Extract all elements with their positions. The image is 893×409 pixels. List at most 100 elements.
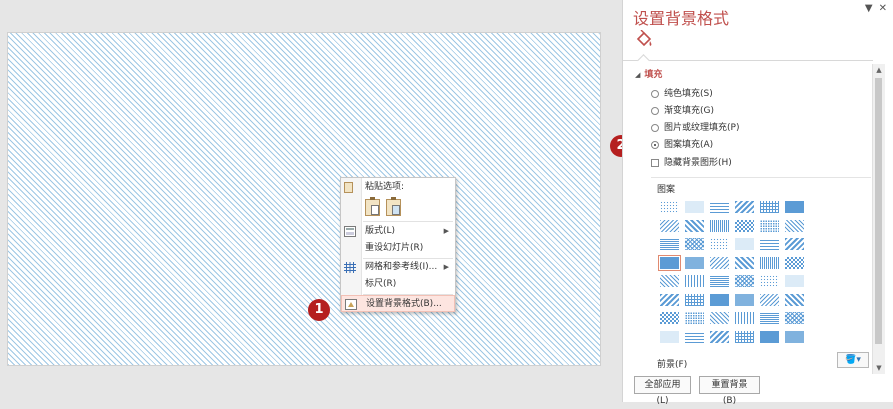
pattern-swatch[interactable] <box>759 292 780 307</box>
pattern-swatch[interactable] <box>659 329 680 344</box>
apply-to-all-button[interactable]: 全部应用(L) <box>634 376 691 406</box>
step-badge-1: 1 <box>308 299 330 321</box>
pattern-swatch[interactable] <box>759 237 780 251</box>
pattern-swatch[interactable] <box>709 274 730 288</box>
pattern-swatch[interactable] <box>759 274 780 288</box>
pattern-swatch[interactable] <box>684 292 705 307</box>
menu-item-layout[interactable]: 版式(L) ▶ <box>341 223 455 240</box>
pattern-swatch[interactable] <box>684 274 705 288</box>
paint-bucket-icon[interactable] <box>634 29 656 52</box>
tab-divider <box>623 60 873 61</box>
section-fill-label: 填充 <box>644 70 663 80</box>
menu-item-label: 版式(L) <box>365 226 396 236</box>
pattern-swatch[interactable] <box>734 200 755 214</box>
status-area <box>0 371 622 402</box>
pattern-swatch[interactable] <box>784 218 805 233</box>
pattern-swatch[interactable] <box>659 311 680 325</box>
menu-item-label: 重设幻灯片(R) <box>365 243 424 253</box>
pattern-swatch[interactable] <box>759 255 780 270</box>
pattern-swatch[interactable] <box>759 218 780 233</box>
menu-item-ruler[interactable]: 标尺(R) <box>341 276 455 293</box>
pattern-swatch[interactable] <box>734 292 755 307</box>
pattern-swatch[interactable] <box>734 311 755 325</box>
foreground-label: 前景(F) <box>657 360 688 370</box>
dropdown-icon[interactable]: ▼ <box>865 3 873 14</box>
pattern-swatch[interactable] <box>759 311 780 325</box>
submenu-arrow-icon: ▶ <box>443 227 449 235</box>
pattern-swatch[interactable] <box>684 200 705 214</box>
submenu-arrow-icon: ▶ <box>443 263 449 271</box>
pattern-swatch[interactable] <box>684 255 705 270</box>
pattern-swatch[interactable] <box>684 237 705 251</box>
menu-item-grid-guides[interactable]: 网格和参考线(I)... ▶ <box>341 259 455 276</box>
menu-item-label: 标尺(R) <box>365 279 397 289</box>
pattern-swatch[interactable] <box>658 254 681 271</box>
radio-button[interactable] <box>651 90 659 98</box>
close-icon[interactable]: ✕ <box>879 3 887 14</box>
pattern-swatch[interactable] <box>734 329 755 344</box>
collapse-triangle-icon: ◢ <box>635 71 641 79</box>
pattern-swatch[interactable] <box>659 237 680 251</box>
menu-item-format-background[interactable]: 设置背景格式(B)... <box>341 295 455 312</box>
pattern-label: 图案 <box>657 185 676 195</box>
pattern-swatch[interactable] <box>784 329 805 344</box>
pattern-swatch[interactable] <box>684 311 705 325</box>
pattern-swatch[interactable] <box>784 255 805 270</box>
menu-item-label: 设置背景格式(B)... <box>366 299 442 309</box>
pane-title: 设置背景格式 <box>633 9 730 28</box>
pattern-swatch[interactable] <box>784 292 805 307</box>
paste-options-label: 粘贴选项: <box>365 182 405 192</box>
pattern-swatch[interactable] <box>734 218 755 233</box>
pattern-swatch[interactable] <box>784 237 805 251</box>
scroll-thumb[interactable] <box>875 78 882 344</box>
section-fill-header[interactable]: ◢ 填充 <box>635 67 662 80</box>
radio-button-selected[interactable] <box>651 141 659 149</box>
pattern-swatch[interactable] <box>734 237 755 251</box>
pattern-swatch[interactable] <box>759 200 780 214</box>
pane-scrollbar[interactable]: ▲ ▼ <box>872 64 885 374</box>
scroll-down-icon[interactable]: ▼ <box>873 362 885 374</box>
pattern-swatch[interactable] <box>784 311 805 325</box>
pattern-swatch[interactable] <box>659 274 680 288</box>
pattern-grid <box>658 200 809 348</box>
pattern-swatch[interactable] <box>709 255 730 270</box>
checkbox[interactable] <box>651 159 659 167</box>
paste-icon <box>344 182 353 193</box>
radio-button[interactable] <box>651 124 659 132</box>
scroll-up-icon[interactable]: ▲ <box>873 64 885 76</box>
pattern-swatch[interactable] <box>759 329 780 344</box>
paste-keep-format-icon[interactable] <box>365 197 380 216</box>
paste-picture-icon[interactable] <box>386 197 401 216</box>
layout-icon <box>344 226 356 237</box>
tab-indicator <box>637 54 650 67</box>
pattern-swatch[interactable] <box>709 200 730 214</box>
foreground-color-button[interactable]: 🪣▾ <box>837 352 869 368</box>
pane-controls: ▼ ✕ <box>859 3 887 14</box>
pattern-swatch[interactable] <box>709 292 730 307</box>
pattern-swatch[interactable] <box>784 200 805 214</box>
pattern-swatch[interactable] <box>709 329 730 344</box>
pattern-swatch[interactable] <box>659 218 680 233</box>
grid-icon <box>344 262 356 273</box>
pattern-swatch[interactable] <box>734 255 755 270</box>
menu-item-reset-slide[interactable]: 重设幻灯片(R) <box>341 240 455 257</box>
pattern-swatch[interactable] <box>709 237 730 251</box>
option-label: 隐藏背景图形(H) <box>664 158 732 168</box>
pattern-swatch[interactable] <box>709 311 730 325</box>
pattern-swatch[interactable] <box>659 200 680 214</box>
radio-button[interactable] <box>651 107 659 115</box>
pattern-swatch[interactable] <box>659 292 680 307</box>
reset-background-button[interactable]: 重置背景(B) <box>699 376 760 406</box>
pattern-swatch[interactable] <box>734 274 755 288</box>
slide-canvas[interactable] <box>7 32 601 366</box>
option-label: 渐变填充(G) <box>664 106 714 116</box>
pattern-swatch[interactable] <box>684 329 705 344</box>
pattern-swatch[interactable] <box>684 218 705 233</box>
pattern-swatch[interactable] <box>709 218 730 233</box>
menu-item-label: 网格和参考线(I)... <box>365 262 438 272</box>
option-label: 图片或纹理填充(P) <box>664 123 740 133</box>
format-background-pane: 设置背景格式 ▼ ✕ ◢ 填充 纯色填充(S) 渐变填充(G) 图片或纹理填充(P)… <box>622 0 893 406</box>
option-label: 纯色填充(S) <box>664 89 713 99</box>
pattern-swatch[interactable] <box>784 274 805 288</box>
divider <box>651 177 871 178</box>
